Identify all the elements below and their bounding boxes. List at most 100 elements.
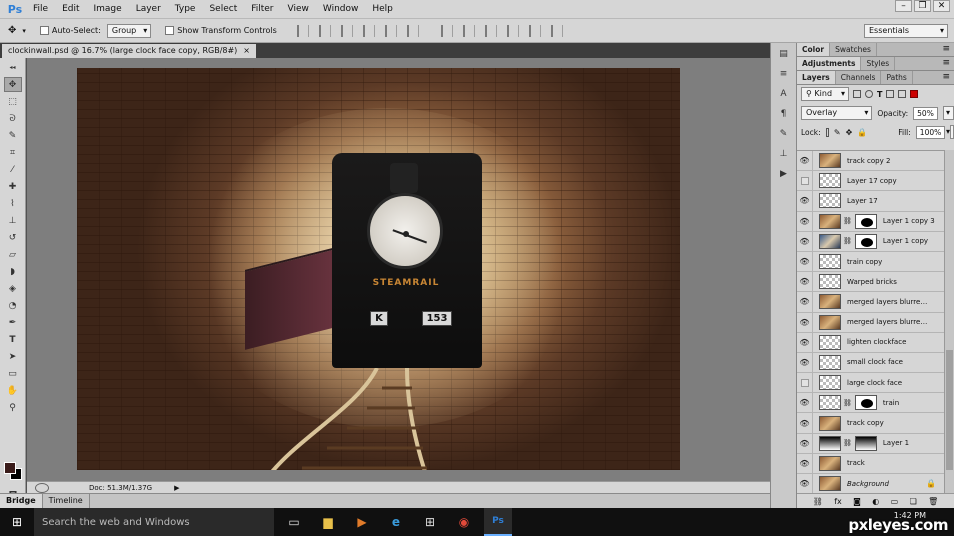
align-bottom-icon[interactable] (340, 24, 353, 37)
lock-image-icon[interactable]: ✎ (834, 128, 841, 137)
photoshop-taskbar-icon[interactable]: Ps (484, 508, 512, 536)
mask-link-icon[interactable]: ⛓ (843, 399, 852, 407)
actions-panel-icon[interactable]: ▶ (775, 169, 792, 183)
brush-tool-icon[interactable]: ⌇ (4, 196, 22, 211)
fill-slider-toggle[interactable] (946, 125, 954, 139)
distribute-hcenter-icon[interactable] (528, 24, 541, 37)
auto-select-checkbox[interactable]: Auto-Select: (39, 26, 101, 35)
store-icon[interactable]: ⊞ (416, 508, 444, 536)
history-panel-icon[interactable]: ▤ (775, 49, 792, 63)
visibility-eye-icon[interactable]: 👁 (797, 312, 813, 333)
new-group-icon[interactable]: ▭ (891, 497, 899, 506)
filter-type-icon[interactable]: T (877, 90, 882, 99)
lock-position-icon[interactable]: ✥ (846, 128, 853, 137)
file-explorer-icon[interactable]: ▆ (314, 508, 342, 536)
crop-tool-icon[interactable]: ⌗ (4, 145, 22, 160)
properties-panel-icon[interactable]: ≡ (775, 69, 792, 83)
layers-scrollbar-thumb[interactable] (946, 350, 953, 470)
filter-smart-object-icon[interactable] (898, 90, 907, 98)
new-adjustment-icon[interactable]: ◐ (872, 497, 879, 506)
tool-preset-chevron-down-icon[interactable]: ▾ (22, 27, 26, 35)
document-tab[interactable]: clockinwall.psd @ 16.7% (large clock fac… (2, 44, 256, 58)
document-canvas[interactable]: STEAMRAIL K 153 (77, 68, 680, 470)
quick-select-tool-icon[interactable]: ✎ (4, 128, 22, 143)
visibility-eye-icon[interactable]: 👁 (797, 433, 813, 454)
menu-filter[interactable]: Filter (244, 4, 280, 14)
tools-collapse-icon[interactable]: ◂◂ (4, 60, 22, 75)
visibility-toggle-off[interactable] (797, 170, 813, 191)
eraser-tool-icon[interactable]: ▱ (4, 247, 22, 262)
layer-mask-thumbnail[interactable] (854, 395, 877, 411)
brush-panel-icon[interactable]: ✎ (775, 129, 792, 143)
layer-row[interactable]: 👁 ⛓ train (797, 392, 944, 414)
taskbar-search-box[interactable]: Search the web and Windows (34, 508, 274, 536)
type-tool-icon[interactable]: T (4, 332, 22, 347)
mask-link-icon[interactable]: ⛓ (843, 237, 852, 245)
internet-explorer-icon[interactable]: e (382, 508, 410, 536)
visibility-eye-icon[interactable]: 👁 (797, 291, 813, 312)
pen-tool-icon[interactable]: ✒ (4, 315, 22, 330)
visibility-eye-icon[interactable]: 👁 (797, 150, 813, 171)
task-view-icon[interactable]: ▭ (280, 508, 308, 536)
layer-row[interactable]: 👁 ⛓ Layer 1 copy (797, 231, 944, 252)
chrome-icon[interactable]: ◉ (450, 508, 478, 536)
lock-transparent-icon[interactable] (825, 127, 829, 137)
layer-row[interactable]: large clock face (797, 372, 944, 394)
workspace-select[interactable]: Essentials (864, 24, 948, 38)
transform-controls-checkbox[interactable]: Show Transform Controls (165, 26, 277, 35)
character-panel-icon[interactable]: A (775, 89, 792, 103)
menu-file[interactable]: File (26, 4, 55, 14)
layer-row[interactable]: 👁 track copy (797, 413, 944, 434)
align-right-icon[interactable] (406, 24, 419, 37)
align-hcenter-icon[interactable] (384, 24, 397, 37)
visibility-eye-icon[interactable]: 👁 (797, 271, 813, 292)
tab-bridge[interactable]: Bridge (0, 494, 43, 508)
layer-row[interactable]: 👁 Layer 17 (797, 190, 944, 212)
visibility-eye-icon[interactable]: 👁 (797, 211, 813, 232)
layer-row[interactable]: 👁 Background 🔒 (797, 473, 944, 495)
visibility-eye-icon[interactable]: 👁 (797, 251, 813, 272)
dodge-tool-icon[interactable]: ◔ (4, 298, 22, 313)
move-tool-icon[interactable]: ✥ (3, 77, 22, 92)
align-vcenter-icon[interactable] (318, 24, 331, 37)
layer-row[interactable]: 👁 merged layers blurred c... (797, 291, 944, 313)
foreground-color-swatch[interactable] (4, 462, 16, 474)
menu-layer[interactable]: Layer (129, 4, 168, 14)
eyedropper-tool-icon[interactable]: ⁄ (4, 162, 22, 177)
link-layers-icon[interactable]: ⛓ (813, 497, 823, 506)
menu-view[interactable]: View (281, 4, 316, 14)
clone-stamp-tool-icon[interactable]: ⊥ (4, 213, 22, 228)
clone-source-panel-icon[interactable]: ⊥ (775, 149, 792, 163)
layer-mask-thumbnail[interactable] (854, 435, 877, 451)
visibility-eye-icon[interactable]: 👁 (797, 453, 813, 474)
layers-scrollbar[interactable] (944, 150, 954, 493)
hand-tool-icon[interactable]: ✋ (4, 383, 22, 398)
menu-help[interactable]: Help (365, 4, 400, 14)
visibility-eye-icon[interactable]: 👁 (797, 413, 813, 434)
lock-all-icon[interactable]: 🔒 (857, 128, 867, 137)
layer-row[interactable]: 👁 train copy (797, 251, 944, 273)
new-layer-icon[interactable]: ❏ (910, 497, 917, 506)
layer-kind-select[interactable]: ⚲ Kind (801, 87, 849, 101)
visibility-eye-icon[interactable]: 👁 (797, 332, 813, 353)
visibility-eye-icon[interactable]: 👁 (797, 231, 813, 252)
distribute-right-icon[interactable] (550, 24, 563, 37)
menu-image[interactable]: Image (87, 4, 129, 14)
layer-mask-thumbnail[interactable] (854, 233, 877, 249)
tab-timeline[interactable]: Timeline (43, 494, 90, 508)
fill-input[interactable]: 100% (915, 125, 946, 139)
layer-row[interactable]: 👁 lighten clockface (797, 332, 944, 353)
align-left-icon[interactable] (362, 24, 375, 37)
paragraph-panel-icon[interactable]: ¶ (775, 109, 792, 123)
marquee-tool-icon[interactable]: ⬚ (4, 94, 22, 109)
restore-button[interactable]: ❐ (914, 0, 931, 12)
paint-bucket-tool-icon[interactable]: ◗ (4, 264, 22, 279)
close-tab-icon[interactable]: × (243, 44, 250, 58)
zoom-tool-icon[interactable]: ⚲ (4, 400, 22, 415)
menu-select[interactable]: Select (202, 4, 244, 14)
menu-type[interactable]: Type (168, 4, 203, 14)
tab-color[interactable]: Color (797, 43, 831, 56)
close-button[interactable]: ✕ (933, 0, 950, 12)
layer-row[interactable]: 👁 ⛓ Layer 1 (797, 433, 944, 454)
distribute-bottom-icon[interactable] (484, 24, 497, 37)
